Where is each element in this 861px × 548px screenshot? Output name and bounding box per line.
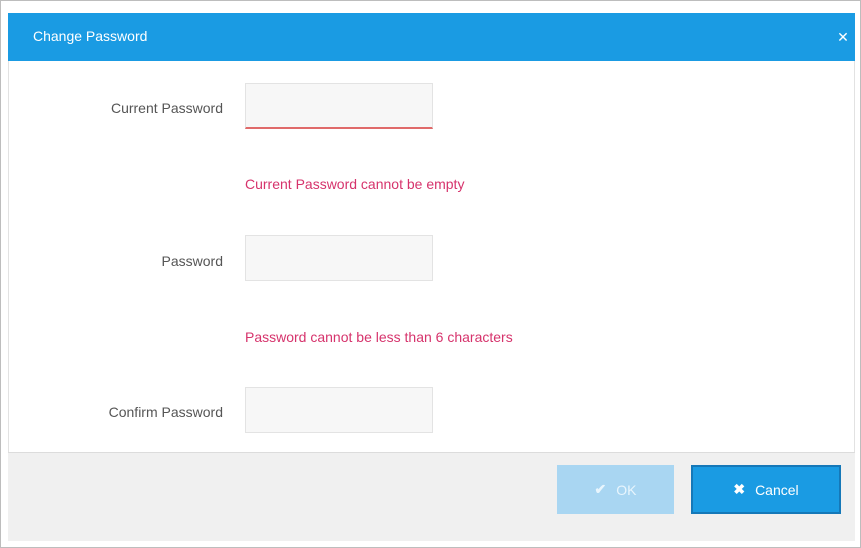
- ok-label: OK: [616, 481, 637, 498]
- current-password-label: Current Password: [110, 100, 223, 116]
- close-icon[interactable]: ✕: [835, 29, 851, 45]
- confirm-password-label: Confirm Password: [108, 404, 223, 420]
- cancel-label: Cancel: [755, 481, 799, 498]
- cancel-button[interactable]: ✖ Cancel: [691, 465, 841, 514]
- change-password-dialog: Change Password ✕ Current Password Curre…: [0, 0, 861, 548]
- current-password-input[interactable]: [245, 83, 433, 129]
- current-password-error: Current Password cannot be empty: [245, 176, 465, 192]
- password-label: Password: [161, 253, 223, 269]
- ok-button[interactable]: ✔ OK: [557, 465, 674, 514]
- close-icon: ✖: [733, 481, 746, 497]
- check-icon: ✔: [594, 481, 607, 497]
- password-input[interactable]: [245, 235, 433, 281]
- confirm-password-input[interactable]: [245, 387, 433, 433]
- dialog-titlebar: Change Password ✕: [8, 13, 855, 61]
- dialog-title: Change Password: [33, 28, 148, 44]
- password-error: Password cannot be less than 6 character…: [245, 329, 513, 345]
